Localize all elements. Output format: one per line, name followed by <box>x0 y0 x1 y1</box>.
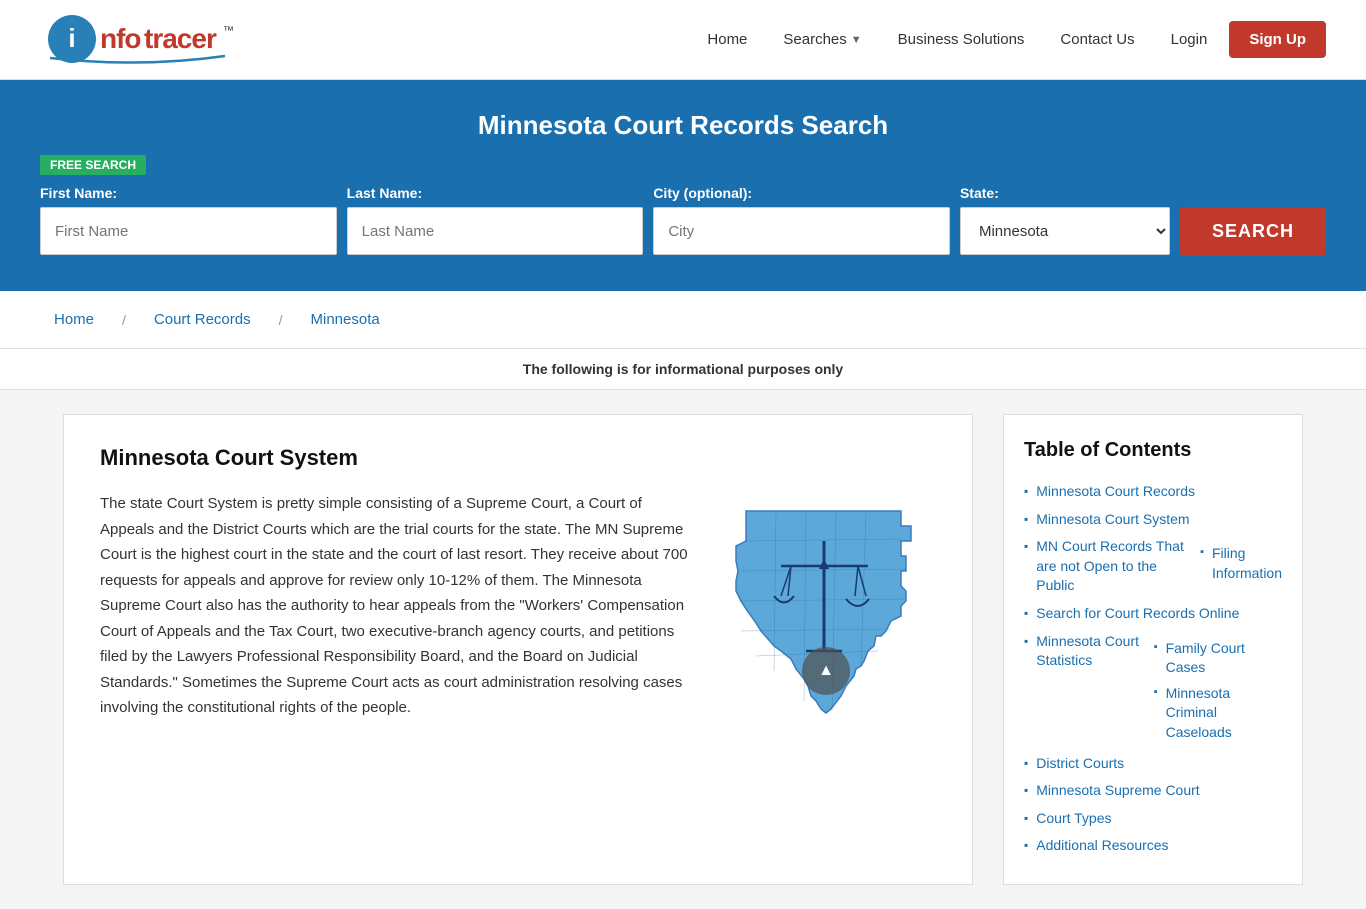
toc-sub-3: Filing Information <box>1200 541 1282 586</box>
nav-signup[interactable]: Sign Up <box>1229 21 1326 58</box>
nav-contact[interactable]: Contact Us <box>1046 23 1148 56</box>
svg-text:tracer: tracer <box>144 23 217 54</box>
toc-subitem-5-1: Family Court Cases <box>1154 636 1282 681</box>
toc-sublink-3-1[interactable]: Filing Information <box>1212 544 1282 583</box>
article-heading: Minnesota Court System <box>100 445 936 471</box>
toc-item-1: Minnesota Court Records <box>1024 478 1282 506</box>
hero-section: Minnesota Court Records Search FREE SEAR… <box>0 80 1366 291</box>
toc-item-9: Additional Resources <box>1024 832 1282 860</box>
toc-link-2[interactable]: Minnesota Court System <box>1036 510 1189 530</box>
toc-item-5: Minnesota Court Statistics Family Court … <box>1024 628 1282 750</box>
first-name-group: First Name: <box>40 185 337 255</box>
state-label: State: <box>960 185 1170 201</box>
toc-link-5[interactable]: Minnesota Court Statistics <box>1036 632 1139 671</box>
last-name-input[interactable] <box>347 207 644 255</box>
breadcrumb: Home / Court Records / Minnesota <box>0 291 1366 349</box>
toc-link-9[interactable]: Additional Resources <box>1036 836 1168 856</box>
article-image-wrap <box>716 491 936 705</box>
toc-card: Table of Contents Minnesota Court Record… <box>1003 414 1303 885</box>
main-content: Minnesota Court System The state Court S… <box>33 390 1333 909</box>
scroll-up-button[interactable] <box>802 647 850 695</box>
info-bar: The following is for informational purpo… <box>0 349 1366 390</box>
nav-searches[interactable]: Searches ▼ <box>769 23 875 56</box>
city-group: City (optional): <box>653 185 950 255</box>
toc-item-8: Court Types <box>1024 805 1282 833</box>
svg-text:i: i <box>68 23 75 53</box>
nav-business[interactable]: Business Solutions <box>884 23 1039 56</box>
first-name-label: First Name: <box>40 185 337 201</box>
free-badge: FREE SEARCH <box>40 155 146 175</box>
toc-link-1[interactable]: Minnesota Court Records <box>1036 482 1195 502</box>
toc-subitem-5-2: Minnesota Criminal Caseloads <box>1154 681 1282 746</box>
toc-item-2: Minnesota Court System <box>1024 506 1282 534</box>
breadcrumb-sep-1: / <box>122 312 126 328</box>
toc-list: Minnesota Court Records Minnesota Court … <box>1024 478 1282 860</box>
toc-item-6: District Courts <box>1024 750 1282 778</box>
article: Minnesota Court System The state Court S… <box>63 414 973 885</box>
toc-link-4[interactable]: Search for Court Records Online <box>1036 604 1239 624</box>
page-header: i nfo tracer ™ Home Searches ▼ Business … <box>0 0 1366 80</box>
nav-login[interactable]: Login <box>1157 23 1222 56</box>
search-button[interactable]: SEARCH <box>1180 207 1326 255</box>
article-text: The state Court System is pretty simple … <box>100 491 692 721</box>
toc-subitem-3-1: Filing Information <box>1200 541 1282 586</box>
toc-link-8[interactable]: Court Types <box>1036 809 1111 829</box>
city-label: City (optional): <box>653 185 950 201</box>
mn-map-image <box>716 491 936 731</box>
toc-title: Table of Contents <box>1024 439 1282 462</box>
nav-home[interactable]: Home <box>693 23 761 56</box>
toc-sublink-5-1[interactable]: Family Court Cases <box>1166 639 1282 678</box>
breadcrumb-sep-2: / <box>279 312 283 328</box>
toc-item-4: Search for Court Records Online <box>1024 600 1282 628</box>
svg-text:nfo: nfo <box>100 23 141 54</box>
logo-area: i nfo tracer ™ <box>40 12 240 67</box>
toc-link-3[interactable]: MN Court Records That are not Open to th… <box>1036 537 1186 596</box>
svg-text:™: ™ <box>223 25 234 37</box>
sidebar: Table of Contents Minnesota Court Record… <box>1003 414 1303 885</box>
state-group: State: Minnesota <box>960 185 1170 255</box>
toc-item-3: MN Court Records That are not Open to th… <box>1024 533 1282 600</box>
toc-link-7[interactable]: Minnesota Supreme Court <box>1036 781 1199 801</box>
toc-item-7: Minnesota Supreme Court <box>1024 777 1282 805</box>
main-nav: Home Searches ▼ Business Solutions Conta… <box>693 21 1326 58</box>
search-form: First Name: Last Name: City (optional): … <box>40 185 1326 255</box>
hero-title: Minnesota Court Records Search <box>40 110 1326 141</box>
breadcrumb-home[interactable]: Home <box>40 303 108 336</box>
breadcrumb-court-records[interactable]: Court Records <box>140 303 265 336</box>
toc-sublink-5-2[interactable]: Minnesota Criminal Caseloads <box>1166 684 1282 743</box>
toc-link-6[interactable]: District Courts <box>1036 754 1124 774</box>
last-name-group: Last Name: <box>347 185 644 255</box>
logo-svg: i nfo tracer ™ <box>40 12 240 67</box>
last-name-label: Last Name: <box>347 185 644 201</box>
breadcrumb-minnesota[interactable]: Minnesota <box>297 303 394 336</box>
article-inner: The state Court System is pretty simple … <box>100 491 936 721</box>
chevron-down-icon: ▼ <box>851 34 862 46</box>
info-bar-text: The following is for informational purpo… <box>523 361 843 377</box>
state-select[interactable]: Minnesota <box>960 207 1170 255</box>
city-input[interactable] <box>653 207 950 255</box>
toc-sub-5: Family Court Cases Minnesota Criminal Ca… <box>1154 636 1282 746</box>
first-name-input[interactable] <box>40 207 337 255</box>
logo[interactable]: i nfo tracer ™ <box>40 12 240 67</box>
